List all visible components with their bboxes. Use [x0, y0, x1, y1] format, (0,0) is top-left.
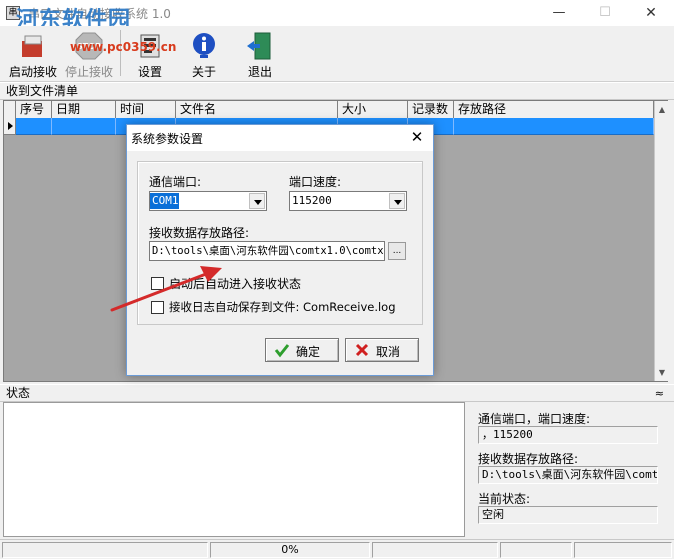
- vertical-scrollbar[interactable]: ▲ ▼: [654, 101, 668, 381]
- maximize-button[interactable]: ☐: [582, 0, 628, 26]
- settings-label: 设置: [137, 65, 162, 79]
- statusbar-cell: [574, 542, 672, 558]
- state-label: 当前状态:: [478, 492, 531, 506]
- ok-button[interactable]: 确定: [265, 338, 339, 362]
- grid-header: 序号 日期 时间 文件名 大小 记录数 存放路径: [4, 101, 654, 118]
- collapse-icon[interactable]: ≈: [655, 385, 664, 402]
- col-header-path[interactable]: 存放路径: [454, 101, 654, 118]
- dialog-title-bar: 系统参数设置 ✕: [127, 125, 433, 151]
- dialog-title: 系统参数设置: [131, 132, 204, 146]
- info-panel: 通信端口，端口速度: ，115200 接收数据存放路径: D:\tools\桌面…: [466, 402, 670, 537]
- chevron-down-icon[interactable]: [389, 193, 405, 209]
- annotation-arrow-icon: [110, 266, 222, 312]
- file-list-caption: 收到文件清单: [0, 82, 674, 100]
- dialog-close-button[interactable]: ✕: [401, 125, 433, 151]
- status-log-area[interactable]: [3, 402, 465, 537]
- statusbar-cell: [2, 542, 208, 558]
- scroll-up-icon[interactable]: ▲: [655, 101, 669, 118]
- state-value: 空闲: [478, 506, 658, 524]
- cancel-label: 取消: [376, 345, 401, 359]
- exit-button[interactable]: 退出: [238, 26, 282, 82]
- port-label: 通信端口:: [149, 175, 202, 189]
- col-header-date[interactable]: 日期: [52, 101, 116, 118]
- chevron-down-icon[interactable]: [249, 193, 265, 209]
- col-header-time[interactable]: 时间: [116, 101, 176, 118]
- port-speed-label: 通信端口，端口速度:: [478, 412, 591, 426]
- stop-receive-label: 停止接收: [64, 65, 113, 79]
- start-receive-label: 启动接收: [8, 65, 57, 79]
- statusbar-cell: [500, 542, 572, 558]
- status-bar: 0%: [0, 539, 674, 559]
- table-cell[interactable]: [454, 118, 654, 135]
- scroll-down-icon[interactable]: ▼: [655, 364, 669, 381]
- table-cell[interactable]: [16, 118, 52, 135]
- about-label: 关于: [191, 65, 216, 79]
- progress-text: 0%: [210, 542, 370, 558]
- path-value: D:\tools\桌面\河东软件园\comt: [478, 466, 658, 484]
- settings-dialog: 系统参数设置 ✕ 通信端口: COM1 端口速度: 115200 接收数据存放路…: [126, 124, 434, 376]
- exit-door-icon: [247, 32, 271, 60]
- col-header-records[interactable]: 记录数: [408, 101, 454, 118]
- port-speed-value: ，115200: [478, 426, 658, 444]
- speed-select[interactable]: 115200: [289, 191, 407, 211]
- col-header-index[interactable]: 序号: [16, 101, 52, 118]
- data-path-label: 接收数据存放路径:: [149, 226, 250, 240]
- settings-button[interactable]: 设置: [128, 26, 172, 82]
- row-indicator-arrow-icon: [4, 118, 16, 135]
- statusbar-cell: [372, 542, 498, 558]
- cancel-button[interactable]: 取消: [345, 338, 419, 362]
- header-indicator-cell: [4, 101, 16, 118]
- title-bar: 串 串口文件自动接收系统 1.0 河东软件园 — ☐ ✕: [0, 0, 674, 33]
- start-receive-icon: [22, 35, 42, 57]
- minimize-button[interactable]: —: [536, 0, 582, 26]
- table-cell[interactable]: [52, 118, 116, 135]
- toolbar: 启动接收 STOP 停止接收 设置 关于 退出: [0, 26, 674, 82]
- col-header-size[interactable]: 大小: [338, 101, 408, 118]
- exit-label: 退出: [247, 65, 272, 79]
- port-select-value: COM1: [150, 193, 179, 209]
- speed-select-value: 115200: [292, 194, 332, 207]
- data-path-input[interactable]: D:\tools\桌面\河东软件园\comtx1.0\comtx: [149, 241, 385, 261]
- port-select[interactable]: COM1: [149, 191, 267, 211]
- ok-label: 确定: [296, 345, 321, 359]
- path-label: 接收数据存放路径:: [478, 452, 579, 466]
- status-caption-label: 状态: [6, 386, 31, 400]
- about-button[interactable]: 关于: [182, 26, 226, 82]
- checkmark-icon: [274, 344, 290, 358]
- stop-receive-button[interactable]: STOP 停止接收: [62, 26, 116, 82]
- speed-label: 端口速度:: [289, 175, 342, 189]
- col-header-filename[interactable]: 文件名: [176, 101, 338, 118]
- info-icon: [193, 33, 215, 58]
- close-button[interactable]: ✕: [628, 0, 674, 26]
- cancel-x-icon: [355, 343, 369, 357]
- start-receive-button[interactable]: 启动接收: [4, 26, 62, 82]
- status-caption: 状态 ≈: [0, 384, 674, 402]
- watermark-url: www.pc0359.cn: [70, 40, 177, 54]
- browse-folder-button[interactable]: ...: [388, 242, 406, 260]
